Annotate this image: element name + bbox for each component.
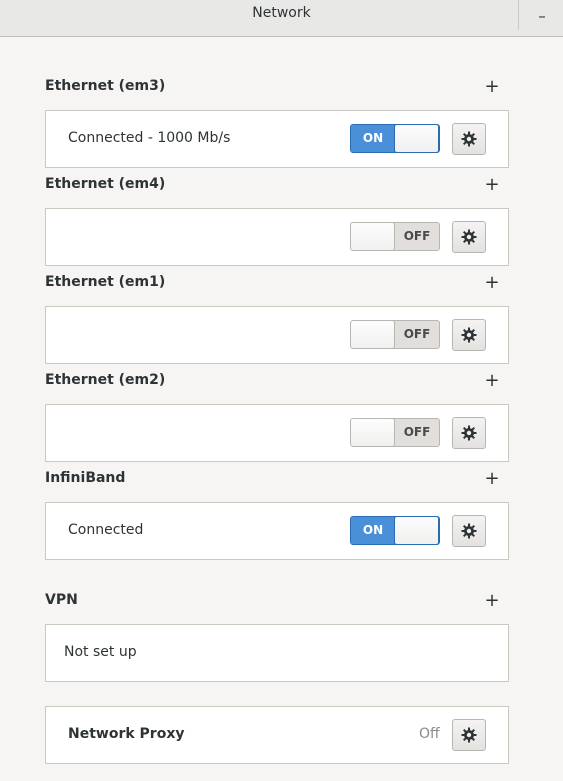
switch-knob <box>394 517 439 544</box>
device-label-em2: Ethernet (em2) <box>45 372 166 388</box>
settings-button-proxy[interactable] <box>452 719 486 751</box>
device-status-em3: Connected - 1000 Mb/s <box>68 130 231 146</box>
device-row-em1: OFF <box>45 306 509 364</box>
window-title: Network <box>252 5 311 21</box>
vpn-status: Not set up <box>64 644 137 660</box>
gear-icon <box>461 523 477 539</box>
add-connection-em3-plus-icon[interactable]: + <box>482 78 502 98</box>
network-proxy-row[interactable]: Network Proxy Off <box>45 706 509 764</box>
gear-icon <box>461 327 477 343</box>
switch-on-label: ON <box>351 125 395 152</box>
switch-off-label: OFF <box>403 229 431 243</box>
device-row-em3: Connected - 1000 Mb/s ON <box>45 110 509 168</box>
add-connection-em2-plus-icon[interactable]: + <box>482 372 502 392</box>
device-label-em1: Ethernet (em1) <box>45 274 166 290</box>
switch-knob <box>351 321 395 348</box>
device-row-em4: OFF <box>45 208 509 266</box>
add-connection-infiniband-plus-icon[interactable]: + <box>482 470 502 490</box>
add-vpn-plus-icon[interactable]: + <box>482 592 502 612</box>
gear-icon <box>461 131 477 147</box>
vpn-row: Not set up <box>45 624 509 682</box>
settings-button-infiniband[interactable] <box>452 515 486 547</box>
gear-icon <box>461 425 477 441</box>
toggle-switch-em2[interactable]: OFF <box>350 418 440 447</box>
settings-button-em4[interactable] <box>452 221 486 253</box>
network-proxy-value: Off <box>419 726 440 742</box>
settings-button-em1[interactable] <box>452 319 486 351</box>
header-separator <box>518 0 519 30</box>
switch-off-label: OFF <box>403 327 431 341</box>
gear-icon <box>461 229 477 245</box>
settings-button-em3[interactable] <box>452 123 486 155</box>
network-proxy-label: Network Proxy <box>68 726 185 742</box>
header-bar: Network – <box>0 0 563 37</box>
toggle-switch-infiniband[interactable]: ON <box>350 516 440 545</box>
gear-icon <box>461 727 477 743</box>
toggle-switch-em3[interactable]: ON <box>350 124 440 153</box>
device-row-em2: OFF <box>45 404 509 462</box>
device-label-infiniband: InfiniBand <box>45 470 126 486</box>
toggle-switch-em1[interactable]: OFF <box>350 320 440 349</box>
device-label-em4: Ethernet (em4) <box>45 176 166 192</box>
switch-knob <box>351 419 395 446</box>
device-row-infiniband: Connected ON <box>45 502 509 560</box>
switch-off-label: OFF <box>403 425 431 439</box>
toggle-switch-em4[interactable]: OFF <box>350 222 440 251</box>
device-status-infiniband: Connected <box>68 522 144 538</box>
switch-knob <box>351 223 395 250</box>
add-connection-em4-plus-icon[interactable]: + <box>482 176 502 196</box>
device-label-em3: Ethernet (em3) <box>45 78 166 94</box>
settings-button-em2[interactable] <box>452 417 486 449</box>
switch-knob <box>394 125 439 152</box>
minimize-button[interactable]: – <box>529 4 555 28</box>
vpn-label: VPN <box>45 592 78 608</box>
switch-on-label: ON <box>351 517 395 544</box>
add-connection-em1-plus-icon[interactable]: + <box>482 274 502 294</box>
